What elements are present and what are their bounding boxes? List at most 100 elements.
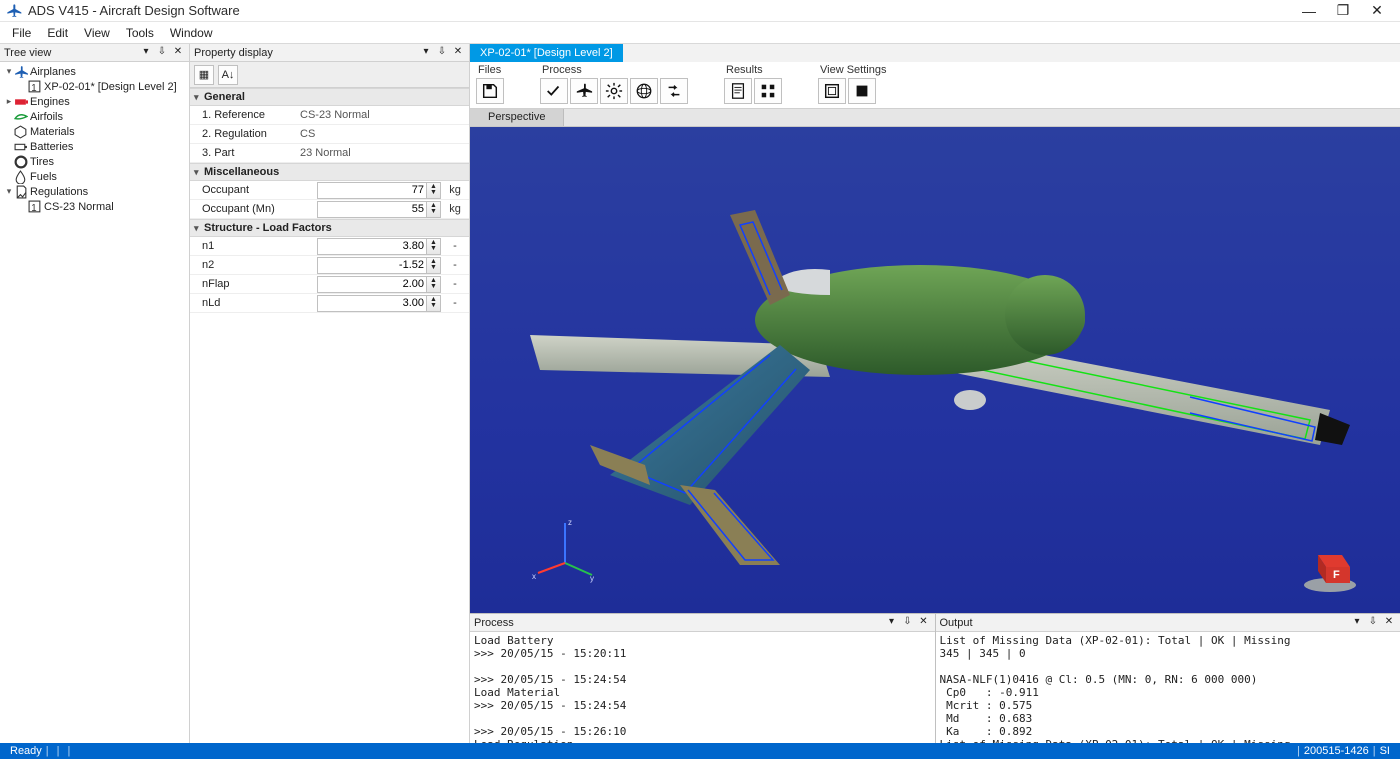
tree-toggle-icon[interactable]: ▾ (4, 186, 14, 197)
tree-view-title: Tree view (4, 47, 51, 59)
minimize-button[interactable]: — (1292, 3, 1326, 19)
document-tab[interactable]: XP-02-01* [Design Level 2] (470, 44, 623, 62)
prop-input[interactable] (317, 201, 427, 218)
tree-node-airfoils[interactable]: Airfoils (0, 109, 189, 124)
prop-group-miscellaneous[interactable]: ▾Miscellaneous (190, 163, 469, 181)
spinner-icon[interactable]: ▲▼ (427, 238, 441, 255)
panel-dropdown-icon[interactable]: ▾ (1350, 616, 1364, 630)
prop-unit: kg (441, 184, 469, 196)
svg-text:F: F (1333, 569, 1340, 581)
prop-input[interactable] (317, 276, 427, 293)
grid-button[interactable] (754, 78, 782, 104)
titlebar: ADS V415 - Aircraft Design Software — ❐ … (0, 0, 1400, 22)
categorize-icon[interactable]: ▦ (194, 65, 214, 85)
toolbar-group-results: Results (724, 64, 782, 104)
prop-label: 1. Reference (190, 109, 300, 121)
prop-group-general[interactable]: ▾General (190, 88, 469, 106)
output-log[interactable]: List of Missing Data (XP-02-01): Total |… (936, 632, 1400, 743)
view-tab-perspective[interactable]: Perspective (470, 109, 564, 126)
tree-node-airplanes[interactable]: ▾Airplanes (0, 64, 189, 79)
plane-button[interactable] (570, 78, 598, 104)
panel-close-icon[interactable]: ✕ (1382, 616, 1396, 630)
collapse-icon[interactable]: ▾ (194, 223, 204, 234)
reg-icon (14, 185, 28, 199)
maximize-button[interactable]: ❐ (1326, 2, 1360, 19)
prop-row-nflap: nFlap ▲▼- (190, 275, 469, 294)
tree-node-fuels[interactable]: Fuels (0, 169, 189, 184)
tree-node-cs-23-normal[interactable]: 1 CS-23 Normal (0, 199, 189, 214)
panel-dropdown-icon[interactable]: ▾ (139, 46, 153, 60)
wire-button[interactable] (818, 78, 846, 104)
tree-node-materials[interactable]: Materials (0, 124, 189, 139)
globe-button[interactable] (630, 78, 658, 104)
prop-label: Occupant (Mn) (190, 203, 300, 215)
prop-label: 2. Regulation (190, 128, 300, 140)
nav-cube-icon[interactable]: F (1300, 543, 1360, 593)
spinner-icon[interactable]: ▲▼ (427, 276, 441, 293)
tree-node-engines[interactable]: ▸Engines (0, 94, 189, 109)
prop-input[interactable] (317, 182, 427, 199)
tree-label: CS-23 Normal (44, 201, 114, 213)
app-plane-icon (6, 3, 22, 19)
panel-close-icon[interactable]: ✕ (171, 46, 185, 60)
save-button[interactable] (476, 78, 504, 104)
tree-body[interactable]: ▾Airplanes1XP-02-01* [Design Level 2]▸En… (0, 62, 189, 743)
close-button[interactable]: ✕ (1360, 2, 1394, 19)
tree-label: XP-02-01* [Design Level 2] (44, 81, 177, 93)
tree-node-xp-02-01-design-level-2-[interactable]: 1XP-02-01* [Design Level 2] (0, 79, 189, 94)
collapse-icon[interactable]: ▾ (194, 167, 204, 178)
tree-label: Regulations (30, 186, 88, 198)
panel-pin-icon[interactable]: ⇩ (155, 46, 169, 60)
prop-label: nFlap (190, 278, 300, 290)
tree-node-batteries[interactable]: Batteries (0, 139, 189, 154)
svg-text:1: 1 (31, 202, 36, 213)
prop-label: 3. Part (190, 147, 300, 159)
prop-value: CS-23 Normal (300, 109, 441, 121)
menu-edit[interactable]: Edit (39, 24, 76, 42)
prop-unit: - (441, 259, 469, 271)
panel-pin-icon[interactable]: ⇩ (901, 616, 915, 630)
prop-group-label: Structure - Load Factors (204, 222, 332, 234)
tree-label: Materials (30, 126, 75, 138)
engine-red-icon (14, 95, 28, 109)
prop-input[interactable] (317, 257, 427, 274)
report-button[interactable] (724, 78, 752, 104)
tree-toggle-icon[interactable]: ▸ (4, 96, 14, 107)
panel-pin-icon[interactable]: ⇩ (435, 46, 449, 60)
prop-input[interactable] (317, 238, 427, 255)
view-tabstrip: Perspective (470, 109, 1400, 127)
menu-window[interactable]: Window (162, 24, 221, 42)
exchange-button[interactable] (660, 78, 688, 104)
property-toolbar: ▦ A↓ (190, 62, 469, 88)
spinner-icon[interactable]: ▲▼ (427, 201, 441, 218)
toolbar-group-label: View Settings (818, 64, 886, 76)
spinner-icon[interactable]: ▲▼ (427, 257, 441, 274)
prop-unit: - (441, 278, 469, 290)
prop-input[interactable] (317, 295, 427, 312)
panel-dropdown-icon[interactable]: ▾ (885, 616, 899, 630)
tree-toggle-icon[interactable]: ▾ (4, 66, 14, 77)
spinner-icon[interactable]: ▲▼ (427, 295, 441, 312)
panel-close-icon[interactable]: ✕ (917, 616, 931, 630)
panel-pin-icon[interactable]: ⇩ (1366, 616, 1380, 630)
menu-tools[interactable]: Tools (118, 24, 162, 42)
gear-button[interactable] (600, 78, 628, 104)
plane-blue-icon (14, 65, 28, 79)
prop-label: n1 (190, 240, 300, 252)
tree-node-tires[interactable]: Tires (0, 154, 189, 169)
panel-close-icon[interactable]: ✕ (451, 46, 465, 60)
airfoil-green-icon (14, 110, 28, 124)
menu-view[interactable]: View (76, 24, 118, 42)
solid-button[interactable] (848, 78, 876, 104)
spinner-icon[interactable]: ▲▼ (427, 182, 441, 199)
menu-file[interactable]: File (4, 24, 39, 42)
window-title: ADS V415 - Aircraft Design Software (28, 3, 1292, 18)
collapse-icon[interactable]: ▾ (194, 92, 204, 103)
prop-group-structure-load-factors[interactable]: ▾Structure - Load Factors (190, 219, 469, 237)
tree-node-regulations[interactable]: ▾ Regulations (0, 184, 189, 199)
check-button[interactable] (540, 78, 568, 104)
process-log[interactable]: Load Battery >>> 20/05/15 - 15:20:11 >>>… (470, 632, 935, 743)
viewport-3d[interactable]: z y x F (470, 127, 1400, 613)
sort-icon[interactable]: A↓ (218, 65, 238, 85)
panel-dropdown-icon[interactable]: ▾ (419, 46, 433, 60)
